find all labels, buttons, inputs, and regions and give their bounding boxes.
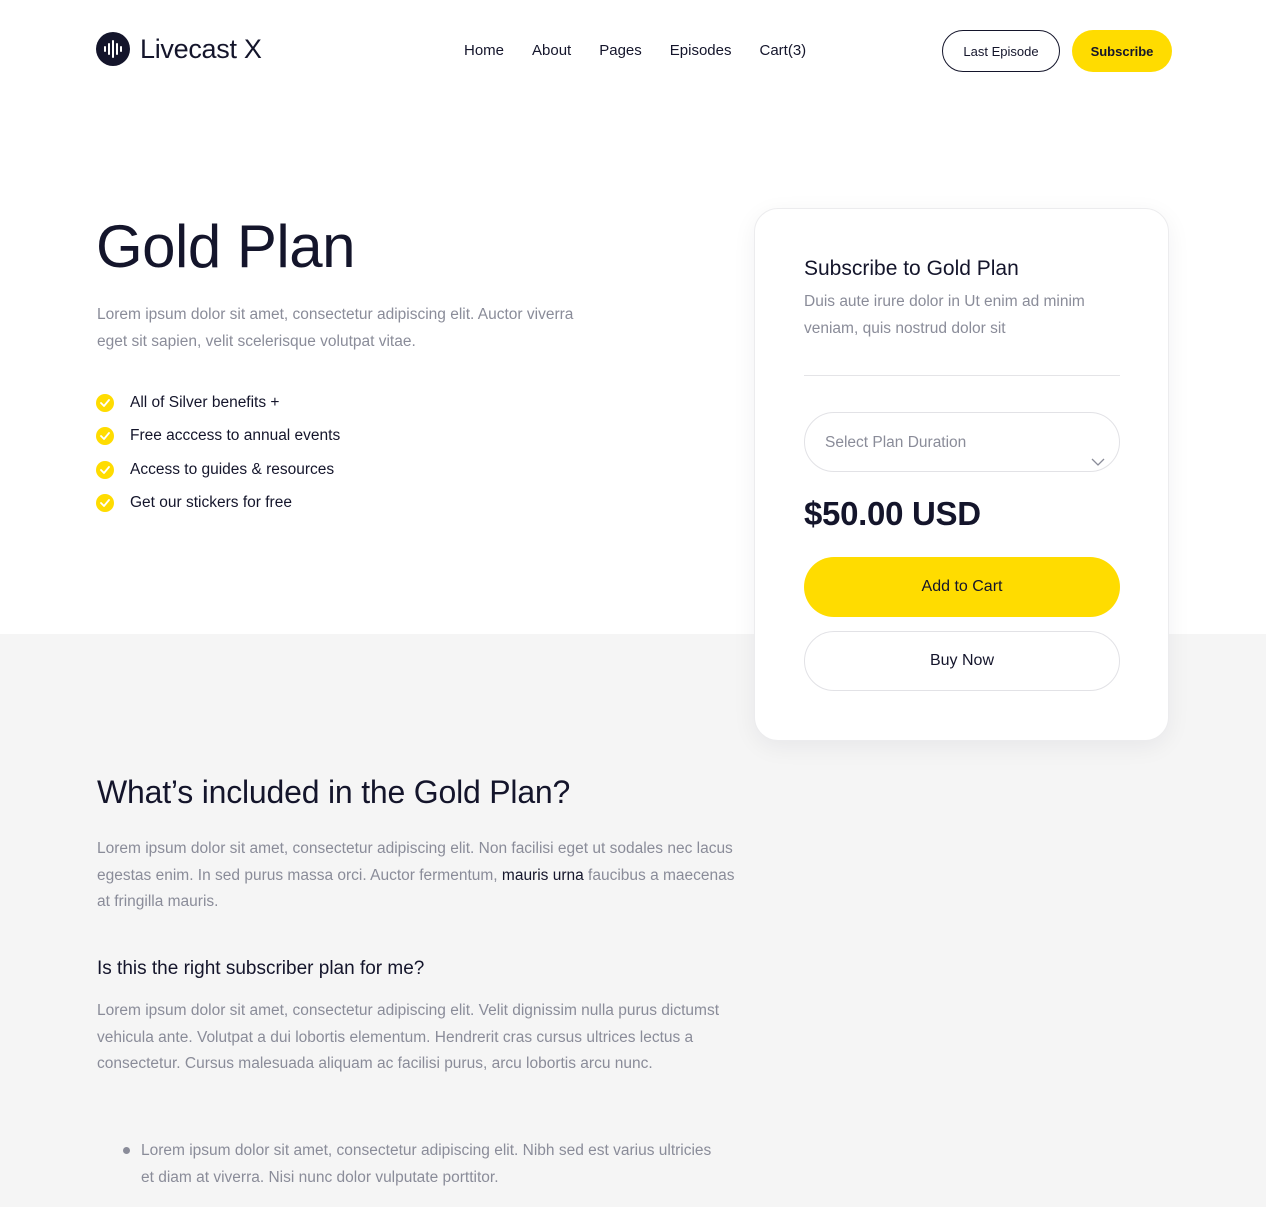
select-placeholder: Select Plan Duration xyxy=(825,434,967,451)
site-header: Livecast X Home About Pages Episodes Car… xyxy=(0,0,1266,100)
divider xyxy=(804,375,1120,376)
page-title: Gold Plan xyxy=(96,213,356,280)
last-episode-button[interactable]: Last Episode xyxy=(942,30,1060,72)
buy-now-button[interactable]: Buy Now xyxy=(804,631,1120,691)
benefit-label: Get our stickers for free xyxy=(130,494,292,512)
logo-text: Livecast X xyxy=(140,33,262,64)
benefit-label: All of Silver benefits + xyxy=(130,393,280,411)
nav-pages[interactable]: Pages xyxy=(599,42,642,59)
subscribe-card: Subscribe to Gold Plan Duis aute irure d… xyxy=(754,208,1169,741)
chevron-down-icon xyxy=(1091,453,1105,471)
nav-cart[interactable]: Cart(3) xyxy=(759,42,806,59)
section-heading: What’s included in the Gold Plan? xyxy=(97,774,571,810)
nav-home[interactable]: Home xyxy=(464,42,504,59)
logo[interactable]: Livecast X xyxy=(96,32,262,66)
bullet-dot-icon xyxy=(123,1147,130,1154)
main-nav: Home About Pages Episodes Cart(3) xyxy=(464,42,806,59)
benefit-item: Access to guides & resources xyxy=(96,453,340,487)
plan-duration-select[interactable]: Select Plan Duration xyxy=(804,412,1120,472)
benefit-item: Get our stickers for free xyxy=(96,487,340,521)
subheading: Is this the right subscriber plan for me… xyxy=(97,958,425,979)
benefit-item: All of Silver benefits + xyxy=(96,386,340,420)
benefit-label: Free acccess to annual events xyxy=(130,427,341,445)
nav-episodes[interactable]: Episodes xyxy=(670,42,732,59)
benefits-list: All of Silver benefits + Free acccess to… xyxy=(96,386,340,520)
card-description: Duis aute irure dolor in Ut enim ad mini… xyxy=(804,293,1085,337)
benefit-label: Access to guides & resources xyxy=(130,460,335,478)
nav-about[interactable]: About xyxy=(532,42,571,59)
benefit-item: Free acccess to annual events xyxy=(96,420,340,454)
add-to-cart-button[interactable]: Add to Cart xyxy=(804,557,1120,617)
section-paragraph: Lorem ipsum dolor sit amet, consectetur … xyxy=(97,836,737,916)
inline-link[interactable]: mauris urna xyxy=(502,867,584,884)
section-paragraph: Lorem ipsum dolor sit amet, consectetur … xyxy=(97,1002,719,1072)
hero-description: Lorem ipsum dolor sit amet, consectetur … xyxy=(97,306,574,350)
check-circle-icon xyxy=(96,494,114,513)
soundwave-icon xyxy=(96,32,130,66)
price: $50.00 USD xyxy=(804,495,981,532)
list-item: Lorem ipsum dolor sit amet, consectetur … xyxy=(120,1138,720,1191)
check-circle-icon xyxy=(96,393,114,412)
card-title: Subscribe to Gold Plan xyxy=(804,257,1019,280)
check-circle-icon xyxy=(96,460,114,479)
subscribe-button[interactable]: Subscribe xyxy=(1072,30,1172,72)
bullet-list: Lorem ipsum dolor sit amet, consectetur … xyxy=(120,1138,720,1191)
list-item-text: Lorem ipsum dolor sit amet, consectetur … xyxy=(141,1142,712,1186)
check-circle-icon xyxy=(96,427,114,446)
